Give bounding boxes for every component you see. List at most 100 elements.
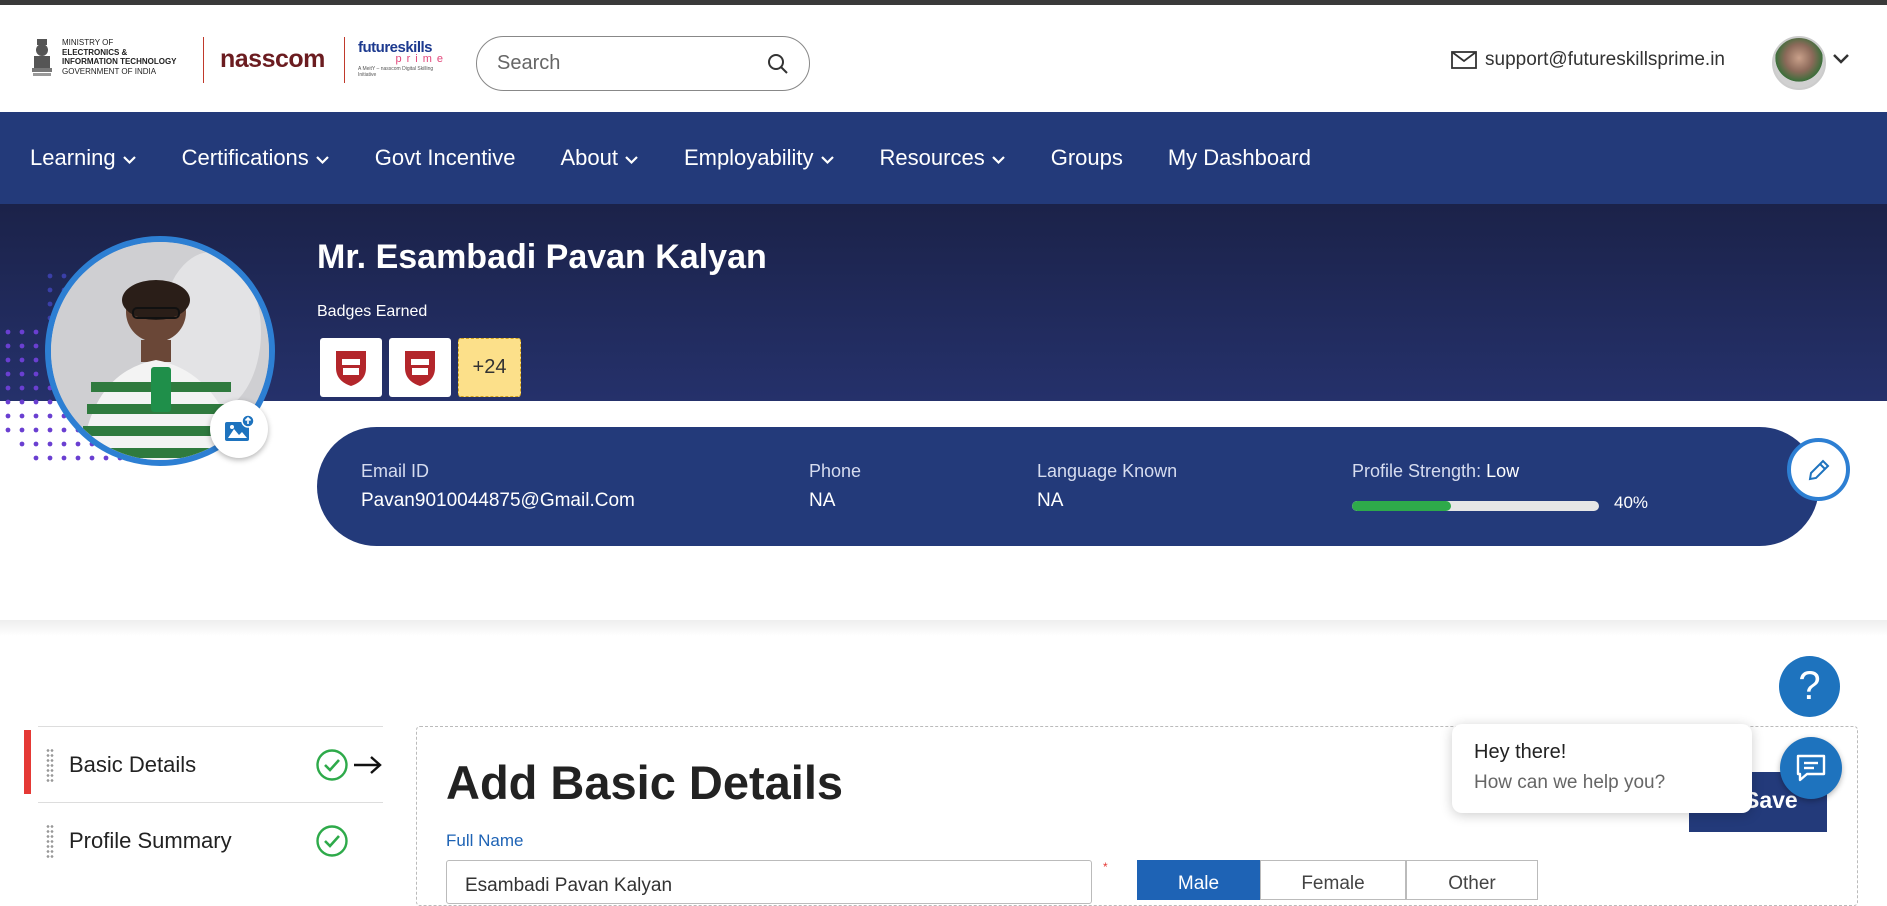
decorative-dot — [61, 455, 67, 461]
badge-shield-icon — [405, 350, 435, 386]
gender-option-other[interactable]: Other — [1406, 860, 1538, 900]
decorative-dot — [5, 329, 11, 335]
upload-photo-icon — [225, 414, 255, 441]
decorative-dot — [5, 371, 11, 377]
profile-banner — [0, 204, 1887, 401]
meity-text: MINISTRY OF ELECTRONICS & INFORMATION TE… — [62, 38, 202, 76]
decorative-dot — [47, 441, 53, 447]
nav-item-my-dashboard[interactable]: My Dashboard — [1168, 145, 1311, 171]
sidebar-item-profile-summary[interactable]: Profile Summary — [38, 802, 383, 878]
decorative-dot — [61, 441, 67, 447]
gender-option-male[interactable]: Male — [1137, 860, 1260, 900]
phone-value: NA — [809, 490, 836, 511]
nav-item-resources[interactable]: Resources — [880, 145, 1006, 171]
nav-item-learning[interactable]: Learning — [30, 145, 137, 171]
nav-item-govt-incentive[interactable]: Govt Incentive — [375, 145, 516, 171]
phone-label: Phone — [809, 461, 862, 481]
nav-item-label: Learning — [30, 145, 116, 170]
nav-item-label: Employability — [683, 145, 814, 170]
profile-strength-section: Profile Strength: Low 40% — [1352, 461, 1672, 512]
fullname-label: Full Name — [446, 831, 524, 850]
chevron-down-icon — [625, 156, 638, 165]
profile-strength-fill — [1352, 501, 1451, 511]
decorative-dot — [5, 357, 11, 363]
meity-logo[interactable]: MINISTRY OF ELECTRONICS & INFORMATION TE… — [28, 35, 202, 79]
badge-item[interactable] — [389, 338, 451, 397]
email-value: Pavan9010044875@Gmail.Com — [361, 490, 635, 511]
futureskills-logo[interactable]: futureskills prime A MeitY – nasscom Dig… — [358, 39, 448, 78]
search-input[interactable] — [497, 52, 767, 75]
chevron-down-icon — [122, 156, 136, 165]
language-label: Language Known — [1037, 461, 1178, 481]
user-avatar[interactable] — [1772, 36, 1826, 90]
decorative-dot — [5, 399, 11, 405]
decorative-dot — [33, 441, 39, 447]
chat-subtitle: How can we help you? — [1474, 772, 1666, 793]
help-button[interactable]: ? — [1779, 656, 1840, 717]
chat-icon — [1796, 754, 1826, 782]
decorative-dot — [75, 455, 81, 461]
gov-line-4: GOVERNMENT OF INDIA — [62, 66, 157, 76]
gov-line-3: INFORMATION TECHNOLOGY — [62, 57, 177, 66]
decorative-dot — [47, 413, 53, 419]
edit-profile-button[interactable] — [1787, 438, 1850, 501]
language-section: Language Known NA — [1037, 461, 1177, 512]
decorative-dot — [103, 455, 109, 461]
decorative-dot — [19, 413, 25, 419]
email-section: Email ID Pavan9010044875@Gmail.Com — [361, 461, 635, 512]
phone-section: Phone NA — [809, 461, 861, 512]
decorative-dot — [89, 455, 95, 461]
upload-photo-button[interactable] — [210, 400, 268, 458]
decorative-dot — [61, 273, 67, 279]
sidebar-item-basic-details[interactable]: Basic Details — [38, 726, 383, 802]
nav-item-employability[interactable]: Employability — [684, 145, 835, 171]
form-title: Add Basic Details — [446, 756, 844, 809]
chat-title: Hey there! — [1474, 741, 1567, 763]
decorative-dot — [19, 441, 25, 447]
badge-item[interactable] — [320, 338, 382, 397]
chat-button[interactable] — [1780, 737, 1842, 799]
nav-item-label: My Dashboard — [1167, 145, 1311, 170]
profile-info-card: Email ID Pavan9010044875@Gmail.Com Phone… — [317, 427, 1819, 546]
nav-item-certifications[interactable]: Certifications — [182, 145, 330, 171]
badge-shield-icon — [336, 350, 366, 386]
decorative-dot — [19, 343, 25, 349]
profile-strength-label-text: Profile Strength: — [1352, 461, 1487, 481]
search-box[interactable] — [476, 36, 810, 91]
decorative-dot — [5, 343, 11, 349]
nav-item-about[interactable]: About — [560, 145, 639, 171]
decorative-dot — [19, 371, 25, 377]
required-mark: * — [1103, 860, 1108, 874]
drag-handle-icon[interactable] — [46, 823, 54, 858]
chevron-down-icon — [991, 156, 1005, 165]
nav-item-label: Certifications — [181, 145, 309, 170]
decorative-dot — [47, 399, 53, 405]
gender-option-female[interactable]: Female — [1260, 860, 1406, 900]
nasscom-logo[interactable]: nasscom — [220, 45, 325, 74]
chevron-down-icon[interactable] — [1832, 53, 1850, 65]
badges-label: Badges Earned — [317, 303, 428, 320]
sidebar-item-label: Basic Details — [69, 751, 197, 777]
decorative-dot — [33, 413, 39, 419]
futureskills-tagline: A MeitY – nasscom Digital Skilling Initi… — [358, 66, 434, 78]
search-icon[interactable] — [767, 53, 789, 75]
decorative-dot — [33, 385, 39, 391]
nav-item-label: About — [560, 145, 618, 170]
chevron-down-icon — [820, 156, 834, 165]
decorative-dot — [19, 399, 25, 405]
language-value: NA — [1037, 490, 1064, 511]
fullname-input[interactable]: Esambadi Pavan Kalyan — [446, 860, 1092, 904]
nav-item-groups[interactable]: Groups — [1051, 145, 1123, 171]
pencil-icon — [1808, 459, 1829, 480]
more-badges-button[interactable]: +24 — [458, 338, 521, 397]
decorative-dot — [47, 273, 53, 279]
decorative-dot — [33, 371, 39, 377]
chat-popup[interactable]: Hey there! How can we help you? — [1452, 724, 1752, 813]
decorative-dot — [19, 427, 25, 433]
support-email-link[interactable]: support@futureskillsprime.in — [1451, 49, 1725, 71]
decorative-dot — [33, 399, 39, 405]
drag-handle-icon[interactable] — [46, 747, 54, 782]
decorative-dot — [47, 455, 53, 461]
decorative-dot — [5, 413, 11, 419]
nav-item-label: Govt Incentive — [374, 145, 516, 170]
